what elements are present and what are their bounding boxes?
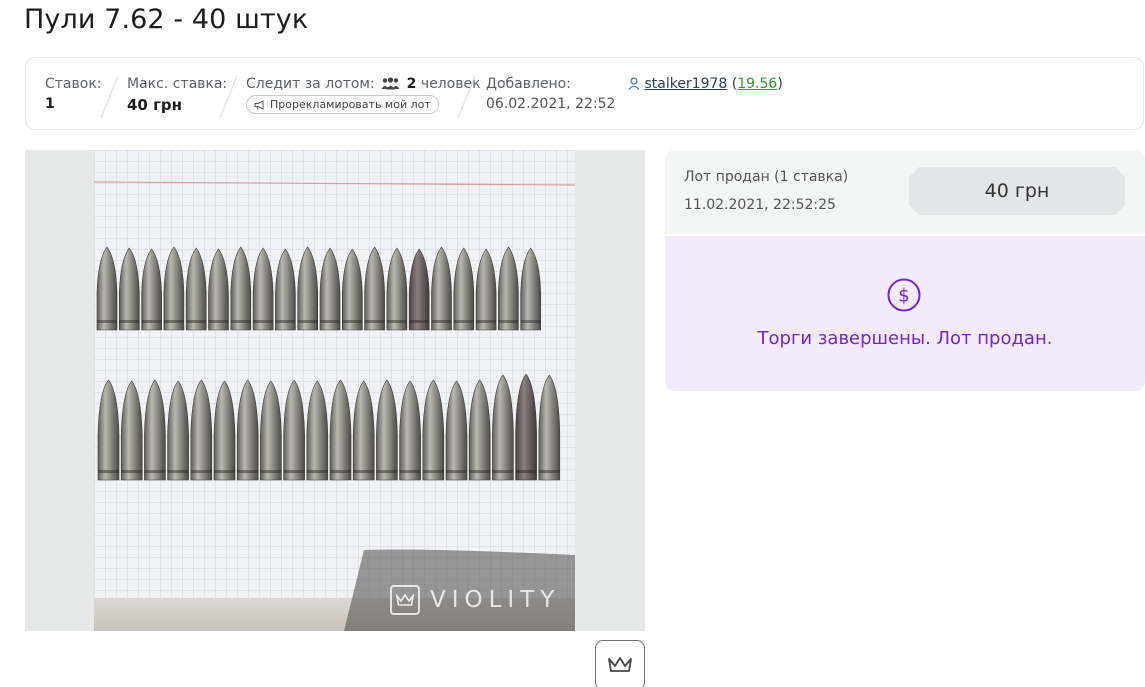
- bullet-band: [98, 470, 119, 473]
- sold-status-panel: Лот продан (1 ставка) 11.02.2021, 22:52:…: [665, 150, 1145, 234]
- bullet-band: [260, 470, 282, 473]
- bullet-band: [386, 320, 407, 323]
- added-label: Добавлено:: [486, 76, 571, 92]
- watchers-line: Следит за лотом: 2 человек: [246, 76, 481, 92]
- bullet-band: [520, 320, 541, 323]
- added-value: 06.02.2021, 22:52: [486, 96, 616, 112]
- bullet-band: [453, 320, 474, 323]
- bullet-band: [409, 320, 430, 323]
- seller-info: stalker1978 (19.56): [628, 76, 783, 92]
- bullet-band: [399, 470, 421, 473]
- bullet-band: [364, 320, 385, 323]
- bullet-band: [306, 470, 328, 473]
- bullet-band: [237, 470, 259, 473]
- bullet-band: [97, 320, 117, 323]
- bullet-band: [353, 470, 375, 473]
- bullet-band: [230, 320, 251, 323]
- lot-info-bar: Ставок: 1 Макс. ставка: 40 грн Следит за…: [25, 57, 1144, 130]
- bullet-band: [320, 320, 340, 323]
- violity-watermark: VIOLITY: [390, 585, 560, 615]
- lot-photo[interactable]: VIOLITY: [25, 150, 645, 631]
- bullet-band: [342, 320, 363, 323]
- user-icon: [628, 77, 640, 90]
- bullet-band: [141, 320, 162, 323]
- bids-count: Ставок: 1: [45, 76, 102, 112]
- bullet-band: [190, 470, 212, 473]
- max-bid: Макс. ставка: 40 грн: [127, 76, 227, 114]
- dollar-circle-icon: $: [887, 278, 921, 312]
- promote-lot-button[interactable]: Прорекламировать мой лот: [246, 95, 439, 114]
- auction-ended-message: Торги завершены. Лот продан.: [757, 328, 1053, 349]
- bullet-band: [538, 470, 560, 473]
- megaphone-icon: [254, 99, 264, 110]
- bullet-band: [119, 320, 140, 323]
- svg-text:$: $: [898, 286, 909, 307]
- bullet-band: [163, 320, 184, 323]
- max-bid-value: 40 грн: [127, 96, 183, 114]
- bullet-band: [275, 320, 296, 323]
- bullet-band: [431, 320, 452, 323]
- promote-label: Прорекламировать мой лот: [270, 98, 431, 111]
- bullet-band: [446, 470, 467, 473]
- bullet-band: [186, 320, 207, 323]
- bullet-band: [253, 320, 274, 323]
- max-bid-label: Макс. ставка:: [127, 76, 228, 92]
- divider: [100, 76, 119, 118]
- sold-date: 11.02.2021, 22:52:25: [684, 197, 836, 213]
- bullet-band: [422, 470, 444, 473]
- bids-label: Ставок:: [45, 76, 102, 92]
- page-title: Пули 7.62 - 40 штук: [24, 4, 309, 35]
- bullet-band: [208, 320, 229, 323]
- seller-name-link[interactable]: stalker1978: [644, 76, 727, 92]
- bids-value: 1: [45, 96, 55, 112]
- bullet-band: [515, 470, 537, 473]
- bullet-band: [297, 320, 318, 323]
- bullet-band: [469, 470, 491, 473]
- added-date: Добавлено: 06.02.2021, 22:52: [486, 76, 615, 112]
- watermark-text: VIOLITY: [430, 587, 561, 613]
- bullet-band: [476, 320, 497, 323]
- watchers: Следит за лотом: 2 человек Прорекламиров…: [246, 76, 481, 114]
- people-icon: [381, 77, 400, 90]
- crown-icon: [608, 657, 632, 672]
- watchers-label: Следит за лотом:: [246, 76, 375, 92]
- bullets-photo: [94, 150, 575, 631]
- bullet-band: [121, 470, 143, 473]
- auction-ended-panel: $ Торги завершены. Лот продан.: [665, 236, 1145, 391]
- seller-rating-link[interactable]: 19.56: [737, 76, 777, 92]
- bullet-band: [492, 470, 514, 473]
- bullet-band: [376, 470, 398, 473]
- bullet-band: [283, 470, 305, 473]
- watchers-count: 2: [406, 76, 417, 92]
- bullet-band: [330, 470, 351, 473]
- bullet-band: [214, 470, 235, 473]
- crown-icon: [390, 585, 420, 615]
- sold-status: Лот продан (1 ставка): [684, 169, 849, 185]
- bullet-band: [167, 470, 189, 473]
- crown-button[interactable]: [595, 640, 645, 687]
- bullet-band: [144, 470, 166, 473]
- rating-close: ): [777, 76, 783, 92]
- bullet-band: [498, 320, 519, 323]
- final-price: 40 грн: [909, 167, 1125, 215]
